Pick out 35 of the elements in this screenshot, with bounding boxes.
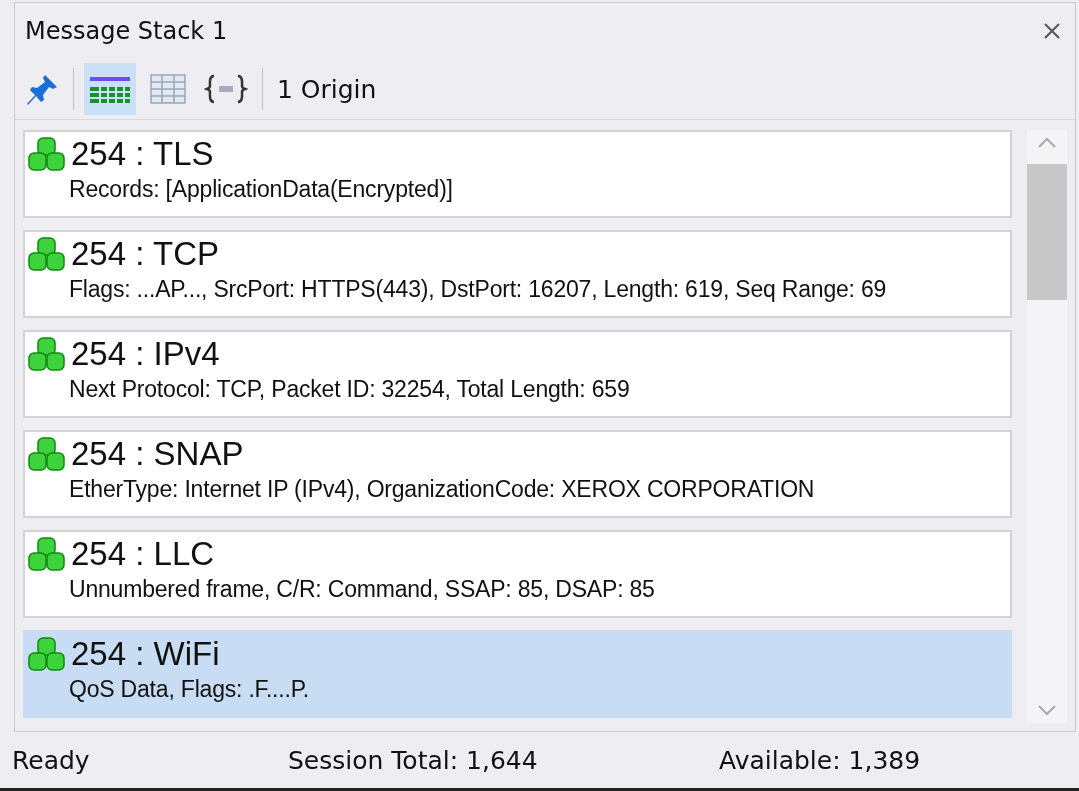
scroll-down-icon[interactable]	[1037, 703, 1057, 717]
message-detail: Unnumbered frame, C/R: Command, SSAP: 85, DSAP: 85	[68, 576, 656, 603]
message-title: 254 : IPv4	[71, 335, 220, 373]
origin-count: 1 Origin	[277, 74, 377, 104]
message-item[interactable]: 254 : WiFi QoS Data, Flags: .F....P.	[23, 630, 1012, 718]
message-detail: QoS Data, Flags: .F....P.	[68, 676, 310, 703]
cubes-icon	[27, 236, 67, 272]
message-detail: Next Protocol: TCP, Packet ID: 32254, Total Length: 659	[68, 376, 631, 403]
session-total: Session Total: 1,644	[288, 745, 539, 775]
message-detail: Records: [ApplicationData(Encrypted)]	[68, 176, 454, 203]
message-detail: EtherType: Internet IP (IPv4), OrganizationCode: XEROX CORPORATION	[68, 476, 816, 503]
message-detail: Flags: ...AP..., SrcPort: HTTPS(443), DstPort: 16207, Length: 619, Seq Range: 69	[68, 276, 888, 303]
message-item[interactable]: 254 : IPv4 Next Protocol: TCP, Packet ID: 32254, Total Length: 659	[23, 330, 1012, 418]
message-title: 254 : TLS	[71, 135, 214, 173]
cubes-icon	[27, 436, 67, 472]
message-item[interactable]: 254 : TLS Records: [ApplicationData(Encrypted)]	[23, 130, 1012, 218]
scroll-up-icon[interactable]	[1037, 136, 1057, 150]
message-title: 254 : WiFi	[71, 635, 220, 673]
message-title: 254 : SNAP	[71, 435, 244, 473]
message-item[interactable]: 254 : SNAP EtherType: Internet IP (IPv4), OrganizationCode: XEROX CORPORATION	[23, 430, 1012, 518]
cubes-icon	[27, 136, 67, 172]
close-icon[interactable]	[1043, 22, 1061, 40]
cubes-icon	[27, 636, 67, 672]
status-text: Ready	[12, 745, 91, 775]
cubes-icon	[27, 536, 67, 572]
list-view-button[interactable]	[84, 63, 136, 115]
cubes-icon	[27, 336, 67, 372]
message-item[interactable]: 254 : LLC Unnumbered frame, C/R: Command, SSAP: 85, DSAP: 85	[23, 530, 1012, 618]
scrollbar[interactable]	[1027, 130, 1067, 723]
message-title: 254 : LLC	[71, 535, 215, 573]
scroll-thumb[interactable]	[1027, 164, 1067, 300]
available-count: Available: 1,389	[719, 745, 921, 775]
message-item[interactable]: 254 : TCP Flags: ...AP..., SrcPort: HTTPS(443), DstPort: 16207, Length: 619, Seq Range: 69	[23, 230, 1012, 318]
window-title: Message Stack 1	[25, 17, 228, 45]
message-title: 254 : TCP	[71, 235, 219, 273]
